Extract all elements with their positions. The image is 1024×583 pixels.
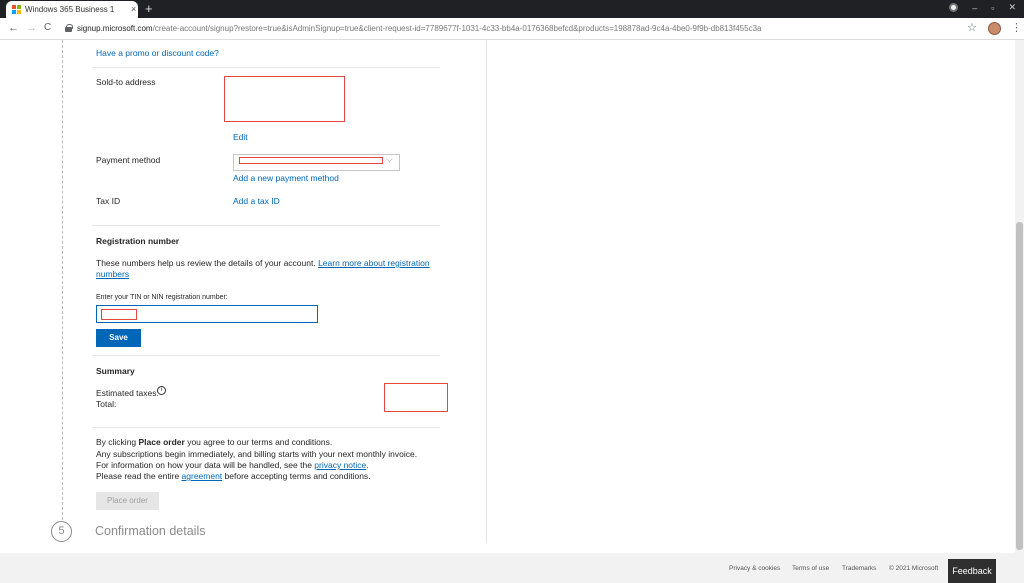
edit-address-link[interactable]: Edit bbox=[233, 132, 248, 142]
redacted-tin-value bbox=[101, 309, 137, 320]
privacy-notice-link[interactable]: privacy notice bbox=[314, 460, 366, 470]
sold-to-label: Sold-to address bbox=[96, 77, 156, 87]
terms-line-3: For information on how your data will be… bbox=[96, 460, 369, 470]
copyright-text: © 2021 Microsoft bbox=[889, 565, 939, 572]
place-order-button[interactable]: Place order bbox=[96, 492, 159, 510]
estimated-taxes-label: Estimated taxes: bbox=[96, 388, 159, 398]
minimize-button[interactable]: – bbox=[972, 3, 977, 13]
info-icon[interactable]: i bbox=[157, 386, 166, 395]
record-icon[interactable] bbox=[949, 3, 959, 12]
tab-title: Windows 365 Business 1 bbox=[25, 5, 115, 14]
redacted-address bbox=[224, 76, 345, 122]
bookmark-star-icon[interactable]: ☆ bbox=[967, 21, 977, 34]
new-tab-button[interactable]: + bbox=[145, 1, 153, 16]
registration-help-copy: These numbers help us review the details… bbox=[96, 258, 316, 268]
forward-button[interactable]: → bbox=[26, 22, 37, 34]
learn-more-link[interactable]: Learn more about registration bbox=[318, 258, 430, 268]
close-window-button[interactable]: ✕ bbox=[1008, 2, 1016, 13]
trademarks-link[interactable]: Trademarks bbox=[842, 565, 876, 572]
microsoft-logo-icon bbox=[12, 5, 21, 14]
terms-line-1: By clicking Place order you agree to our… bbox=[96, 437, 333, 447]
lock-icon bbox=[65, 24, 73, 32]
save-button[interactable]: Save bbox=[96, 329, 141, 347]
divider bbox=[92, 355, 440, 356]
browser-menu-icon[interactable]: ⋮ bbox=[1011, 21, 1022, 34]
step-5-indicator: 5 bbox=[51, 521, 72, 542]
restore-button[interactable]: ▫ bbox=[991, 3, 994, 13]
summary-heading: Summary bbox=[96, 366, 135, 376]
redacted-payment-method bbox=[239, 157, 383, 164]
privacy-cookies-link[interactable]: Privacy & cookies bbox=[729, 565, 780, 572]
add-tax-id-link[interactable]: Add a tax ID bbox=[233, 196, 280, 206]
terms-of-use-link[interactable]: Terms of use bbox=[792, 565, 829, 572]
terms-line-4: Please read the entire agreement before … bbox=[96, 471, 371, 481]
address-bar: ← → C signup.microsoft.com/create-accoun… bbox=[0, 18, 1024, 40]
terms-line-2: Any subscriptions begin immediately, and… bbox=[96, 449, 418, 459]
agreement-link[interactable]: agreement bbox=[182, 471, 223, 481]
tab-close-icon[interactable]: × bbox=[131, 4, 136, 14]
redacted-amounts bbox=[384, 383, 448, 412]
scrollbar-thumb[interactable] bbox=[1016, 222, 1023, 550]
browser-tab-strip: Windows 365 Business 1 × + – ▫ ✕ bbox=[0, 0, 1024, 18]
tax-id-label: Tax ID bbox=[96, 196, 121, 206]
promo-code-link[interactable]: Have a promo or discount code? bbox=[96, 48, 219, 58]
tin-input-label: Enter your TIN or NIN registration numbe… bbox=[96, 294, 228, 301]
reload-button[interactable]: C bbox=[44, 22, 51, 33]
step-5-label: Confirmation details bbox=[95, 524, 206, 538]
column-divider bbox=[486, 40, 487, 543]
divider bbox=[92, 427, 440, 428]
divider bbox=[92, 225, 440, 226]
browser-tab[interactable]: Windows 365 Business 1 × bbox=[6, 1, 138, 18]
total-label: Total: bbox=[96, 399, 117, 409]
chevron-down-icon[interactable]: ⌵ bbox=[386, 154, 393, 165]
url-field[interactable]: signup.microsoft.com/create-account/sign… bbox=[77, 24, 761, 33]
registration-heading: Registration number bbox=[96, 236, 180, 246]
add-payment-method-link[interactable]: Add a new payment method bbox=[233, 173, 339, 183]
feedback-button[interactable]: Feedback bbox=[948, 559, 996, 583]
payment-method-label: Payment method bbox=[96, 155, 161, 165]
back-button[interactable]: ← bbox=[8, 22, 19, 34]
divider bbox=[92, 67, 440, 68]
steps-connector-line bbox=[62, 40, 63, 520]
learn-more-link-continued[interactable]: numbers bbox=[96, 269, 129, 279]
profile-avatar[interactable] bbox=[988, 22, 1001, 35]
registration-help-text: These numbers help us review the details… bbox=[96, 258, 430, 268]
